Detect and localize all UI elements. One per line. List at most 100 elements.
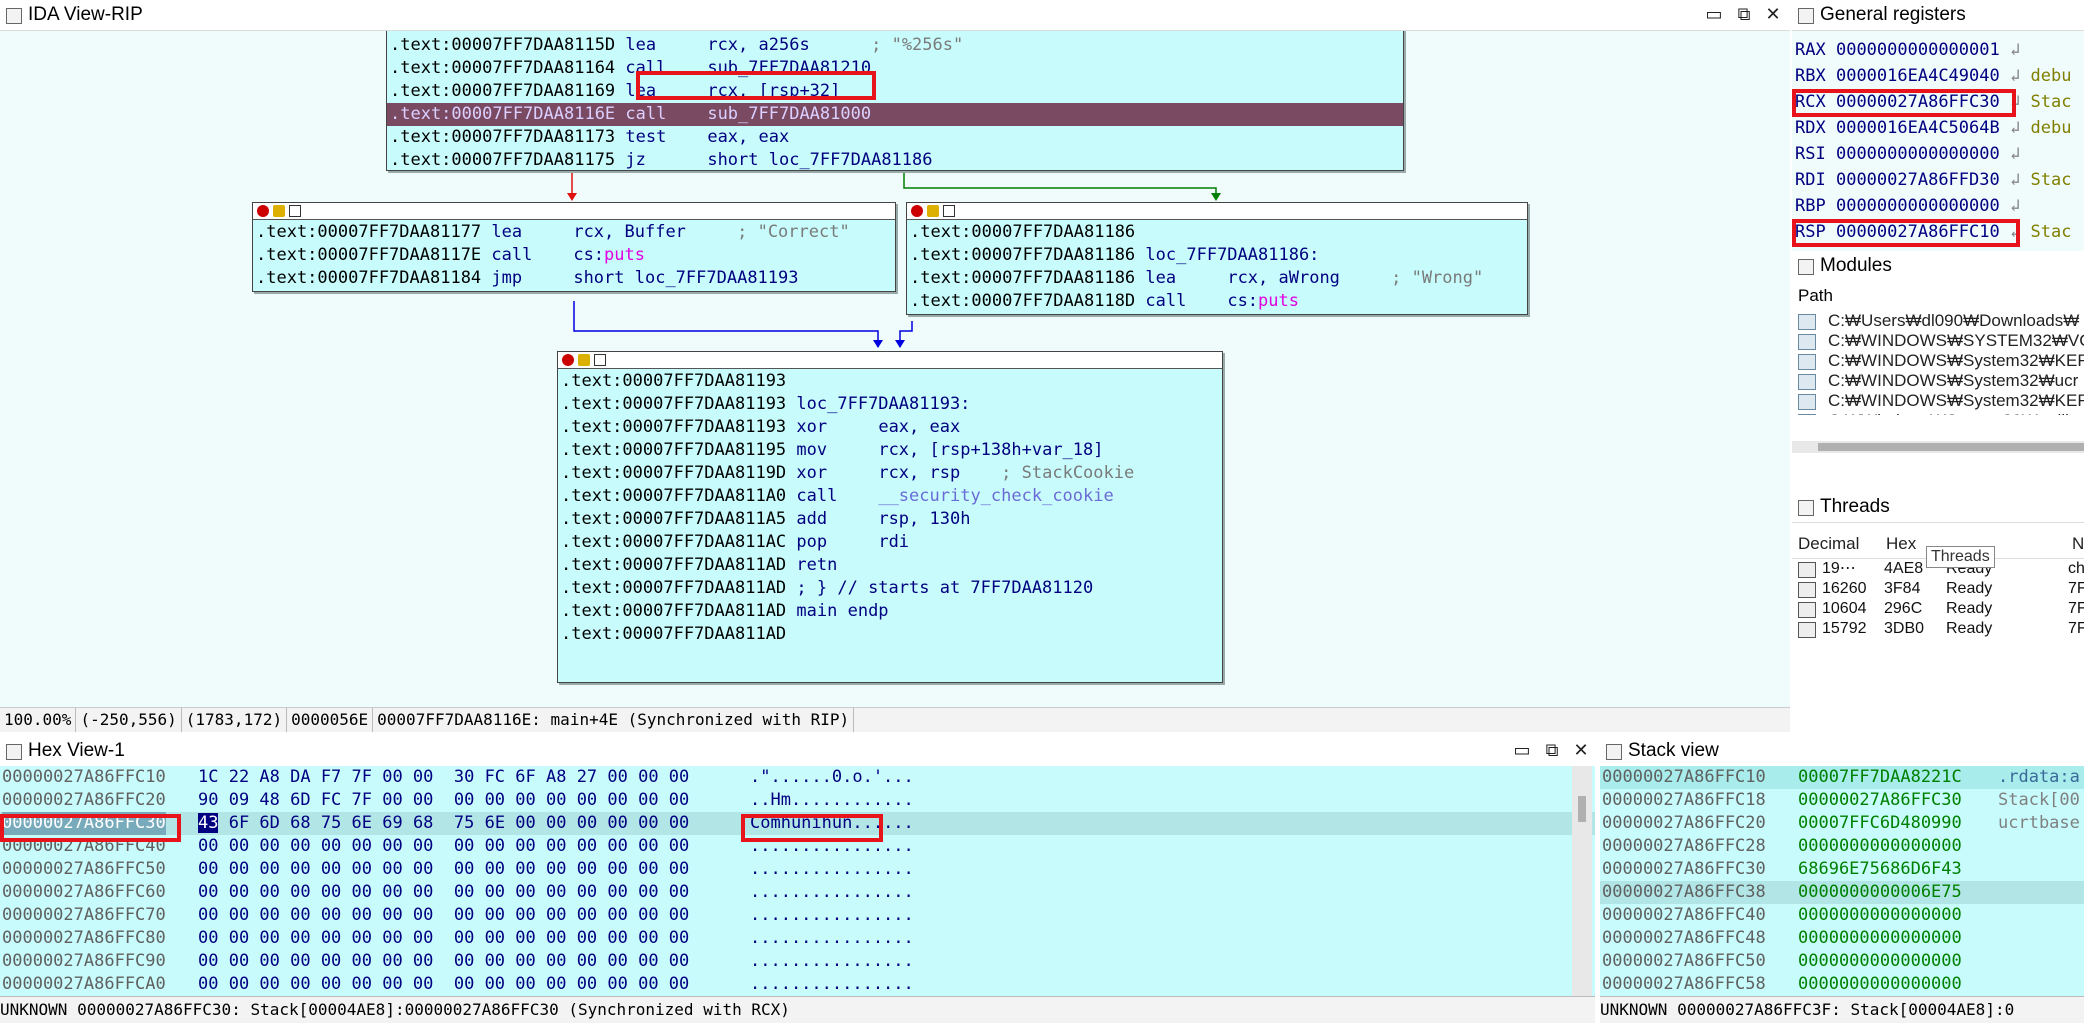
asm-line[interactable]: .text:00007FF7DAA81164 call sub_7FF7DAA8…	[387, 57, 1403, 80]
asm-line[interactable]: .text:00007FF7DAA8118D call cs:puts	[907, 290, 1527, 313]
col-decimal[interactable]: Decimal	[1798, 530, 1859, 558]
hex-row[interactable]: 00000027A86FFC20 90 09 48 6D FC 7F 00 00 …	[0, 789, 1595, 812]
asm-line[interactable]: .text:00007FF7DAA81186	[907, 221, 1527, 244]
stack-value[interactable]: 0000000000000000	[1798, 950, 1962, 973]
edit-icon[interactable]	[927, 205, 939, 217]
stack-value[interactable]: 0000000000000000	[1798, 904, 1962, 927]
stack-address[interactable]: 00000027A86FFC48	[1602, 927, 1766, 950]
asm-operands[interactable]: rcx, Buffer	[573, 222, 686, 242]
node-top[interactable]: .text:00007FF7DAA8115D lea rcx, a256s ; …	[386, 31, 1404, 171]
register-row[interactable]: RDI 00000027A86FFD30 ↲ Stac	[1795, 167, 2084, 193]
registers-pane[interactable]: RAX 0000000000000001 ↲ RBX 0000016EA4C49…	[1792, 31, 2084, 251]
asm-line[interactable]: .text:00007FF7DAA81193	[558, 370, 1222, 393]
stack-value[interactable]: 00000027A86FFC30	[1798, 789, 1962, 812]
hex-row[interactable]: 00000027A86FFC10 1C 22 A8 DA F7 7F 00 00 …	[0, 766, 1595, 789]
stack-address[interactable]: 00000027A86FFC58	[1602, 973, 1766, 996]
hex-address[interactable]: 00000027A86FFC80	[2, 927, 166, 950]
jump-arrow-icon[interactable]: ↲	[2010, 196, 2020, 216]
stack-row[interactable]: 00000027A86FFC38 0000000000006E75	[1600, 881, 2084, 904]
hex-row[interactable]: 00000027A86FFCA0 00 00 00 00 00 00 00 00 …	[0, 973, 1595, 996]
asm-line[interactable]: .text:00007FF7DAA81186 loc_7FF7DAA81186:	[907, 244, 1527, 267]
asm-line[interactable]: .text:00007FF7DAA81175 jz short loc_7FF7…	[387, 149, 1403, 172]
hex-bytes[interactable]: 1C 22 A8 DA F7 7F 00 00 30 FC 6F A8 27 0…	[198, 766, 689, 789]
asm-line[interactable]: .text:00007FF7DAA81195 mov rcx, [rsp+138…	[558, 439, 1222, 462]
jump-arrow-icon[interactable]: ↲	[2010, 170, 2020, 190]
edit-icon[interactable]	[578, 354, 590, 366]
hex-address[interactable]: 00000027A86FFC10	[2, 766, 166, 789]
hex-bytes[interactable]: 00 00 00 00 00 00 00 00 00 00 00 00 00 0…	[198, 927, 689, 950]
asm-line[interactable]: .text:00007FF7DAA811A0 call __security_c…	[558, 485, 1222, 508]
register-row[interactable]: RBP 0000000000000000 ↲	[1795, 193, 2084, 219]
thread-row[interactable]: 16260 3F84 Ready 7F	[1792, 579, 2084, 599]
hex-cursor-byte[interactable]: 43	[198, 813, 219, 833]
stack-address[interactable]: 00000027A86FFC10	[1602, 766, 1766, 789]
hex-bytes[interactable]: 00 00 00 00 00 00 00 00 00 00 00 00 00 0…	[198, 950, 689, 973]
maximize-icon[interactable]: ▭	[1512, 741, 1532, 761]
thread-row[interactable]: 10604 296C Ready 7F	[1792, 599, 2084, 619]
asm-operands[interactable]: eax, eax	[707, 127, 789, 147]
jump-arrow-icon[interactable]: ↲	[2010, 40, 2020, 60]
module-item[interactable]: C:₩WINDOWS₩System32₩ucr	[1792, 371, 2084, 391]
stack-value[interactable]: 00007FFC6D480990	[1798, 812, 1962, 835]
restore-icon[interactable]: ⧉	[1542, 741, 1562, 761]
hex-address[interactable]: 00000027A86FFC70	[2, 904, 166, 927]
module-item[interactable]: C:₩Users₩dl090₩Downloads₩	[1792, 311, 2084, 331]
stack-address[interactable]: 00000027A86FFC28	[1602, 835, 1766, 858]
hex-ascii[interactable]: ................	[750, 973, 914, 996]
stack-value[interactable]: 0000000000006E75	[1798, 881, 1962, 904]
register-value[interactable]: 00000027A86FFD30	[1836, 170, 2000, 190]
hex-bytes[interactable]: 43 6F 6D 68 75 6E 69 68 75 6E 00 00 00 0…	[198, 812, 689, 835]
hex-row[interactable]: 00000027A86FFC70 00 00 00 00 00 00 00 00 …	[0, 904, 1595, 927]
hex-row[interactable]: 00000027A86FFC60 00 00 00 00 00 00 00 00 …	[0, 881, 1595, 904]
stack-row[interactable]: 00000027A86FFC30 68696E75686D6F43	[1600, 858, 2084, 881]
jump-arrow-icon[interactable]: ↲	[2010, 66, 2020, 86]
asm-line[interactable]: .text:00007FF7DAA81173 test eax, eax	[387, 126, 1403, 149]
hex-view[interactable]: 00000027A86FFC10 1C 22 A8 DA F7 7F 00 00 …	[0, 766, 1595, 996]
node-wrong[interactable]: .text:00007FF7DAA81186 .text:00007FF7DAA…	[906, 202, 1528, 315]
stack-value[interactable]: 0000000000000000	[1798, 835, 1962, 858]
restore-icon[interactable]: ⧉	[1734, 5, 1754, 25]
hex-bytes[interactable]: 00 00 00 00 00 00 00 00 00 00 00 00 00 0…	[198, 881, 689, 904]
hex-vscrollbar[interactable]	[1572, 766, 1592, 996]
hex-address[interactable]: 00000027A86FFCA0	[2, 973, 166, 996]
module-item[interactable]: C:₩Windows₩System32₩ntdll	[1792, 411, 2084, 415]
stack-address[interactable]: 00000027A86FFC40	[1602, 904, 1766, 927]
hex-address[interactable]: 00000027A86FFC50	[2, 858, 166, 881]
stack-row[interactable]: 00000027A86FFC50 0000000000000000	[1600, 950, 2084, 973]
register-row[interactable]: RSI 0000000000000000 ↲	[1795, 141, 2084, 167]
module-item[interactable]: C:₩WINDOWS₩System32₩KEF	[1792, 351, 2084, 371]
asm-operands[interactable]: rcx, [rsp+138h+var_18]	[878, 440, 1103, 460]
register-value[interactable]: 0000000000000000	[1836, 196, 2000, 216]
edit-icon[interactable]	[273, 205, 285, 217]
hex-bytes[interactable]: 00 00 00 00 00 00 00 00 00 00 00 00 00 0…	[198, 835, 689, 858]
stack-value[interactable]: 68696E75686D6F43	[1798, 858, 1962, 881]
stack-row[interactable]: 00000027A86FFC10 00007FF7DAA8221C .rdata:a	[1600, 766, 2084, 789]
close-icon[interactable]: ✕	[1763, 5, 1783, 25]
hex-bytes[interactable]: 00 00 00 00 00 00 00 00 00 00 00 00 00 0…	[198, 973, 689, 996]
color-icon[interactable]	[562, 354, 574, 366]
thread-row[interactable]: 15792 3DB0 Ready 7F	[1792, 619, 2084, 639]
asm-line[interactable]: .text:00007FF7DAA8119D xor rcx, rsp ; St…	[558, 462, 1222, 485]
asm-operands[interactable]: rcx, rsp	[878, 463, 960, 483]
asm-operands[interactable]: __security_check_cookie	[878, 486, 1113, 506]
hex-ascii[interactable]: ................	[750, 950, 914, 973]
asm-operands[interactable]: rcx, a256s	[707, 35, 809, 55]
stack-row[interactable]: 00000027A86FFC48 0000000000000000	[1600, 927, 2084, 950]
stack-address[interactable]: 00000027A86FFC20	[1602, 812, 1766, 835]
stack-view[interactable]: 00000027A86FFC10 00007FF7DAA8221C .rdata:a…	[1600, 766, 2084, 996]
node-correct[interactable]: .text:00007FF7DAA81177 lea rcx, Buffer ;…	[252, 202, 896, 292]
asm-line[interactable]: .text:00007FF7DAA8115D lea rcx, a256s ; …	[387, 34, 1403, 57]
jump-arrow-icon[interactable]: ↲	[2010, 144, 2020, 164]
asm-operands[interactable]: puts	[604, 245, 645, 265]
asm-line[interactable]: .text:00007FF7DAA811AD retn	[558, 554, 1222, 577]
asm-line[interactable]: .text:00007FF7DAA8116E call sub_7FF7DAA8…	[387, 103, 1403, 126]
modules-pane[interactable]: Path C:₩Users₩dl090₩Downloads₩ C:₩WINDOWS…	[1792, 281, 2084, 461]
stack-row[interactable]: 00000027A86FFC18 00000027A86FFC30 Stack[00	[1600, 789, 2084, 812]
node-exit[interactable]: .text:00007FF7DAA81193 .text:00007FF7DAA…	[557, 351, 1223, 683]
stack-address[interactable]: 00000027A86FFC30	[1602, 858, 1766, 881]
hex-ascii[interactable]: ................	[750, 858, 914, 881]
hex-bytes[interactable]: 00 00 00 00 00 00 00 00 00 00 00 00 00 0…	[198, 904, 689, 927]
hex-bytes[interactable]: 90 09 48 6D FC 7F 00 00 00 00 00 00 00 0…	[198, 789, 689, 812]
module-item[interactable]: C:₩WINDOWS₩SYSTEM32₩VC	[1792, 331, 2084, 351]
asm-line[interactable]: .text:00007FF7DAA811AD ; } // starts at …	[558, 577, 1222, 600]
